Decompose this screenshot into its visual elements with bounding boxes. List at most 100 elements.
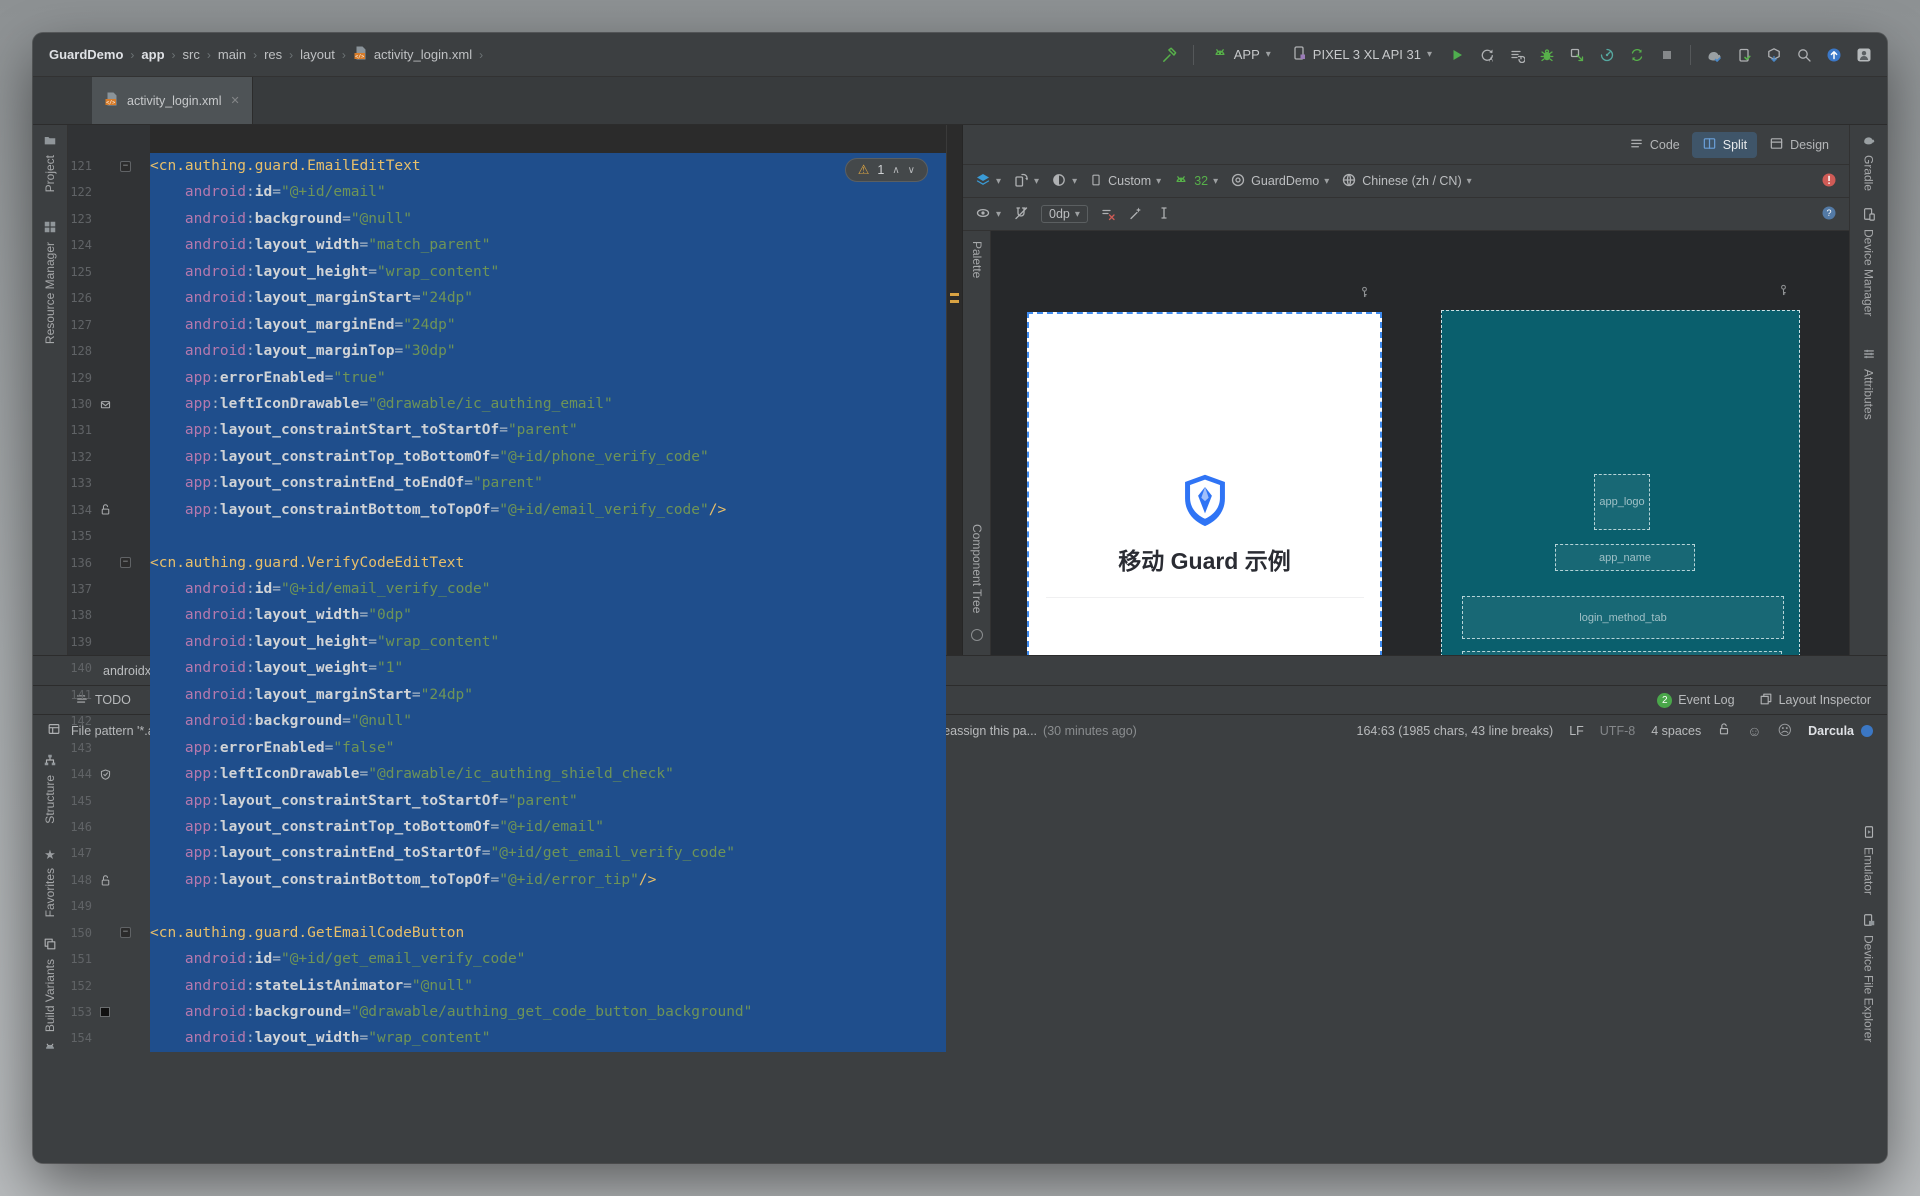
attach-debugger-icon[interactable] <box>1564 42 1590 68</box>
mode-tab-code[interactable]: Code <box>1619 132 1690 158</box>
api-level-menu[interactable]: 32 ▾ <box>1173 172 1218 191</box>
logcat-android-icon[interactable] <box>33 1040 67 1054</box>
fold-marker[interactable]: − <box>118 557 133 569</box>
default-margin-select[interactable]: 0dp ▾ <box>1041 205 1088 223</box>
orientation-button[interactable]: ▾ <box>1013 172 1039 191</box>
breadcrumb-item[interactable]: app <box>141 47 164 62</box>
gradle-sync-icon[interactable] <box>1701 42 1727 68</box>
view-options-button[interactable]: ▾ <box>975 205 1001 224</box>
breadcrumb-item[interactable]: </> activity_login.xml <box>353 45 472 64</box>
code-line[interactable]: 148 app:layout_constraintBottom_toTopOf=… <box>68 866 946 894</box>
preview-input-row[interactable] <box>1029 651 1380 655</box>
feedback-smile-icon[interactable]: ☺ <box>1747 723 1761 739</box>
apply-code-changes-icon[interactable] <box>1504 42 1530 68</box>
encoding-indicator[interactable]: UTF-8 <box>1600 724 1635 738</box>
feedback-frown-icon[interactable]: ☹ <box>1778 722 1793 739</box>
device-select[interactable]: PIXEL 3 XL API 31 ▾ <box>1283 43 1440 66</box>
clear-constraints-button[interactable] <box>1100 205 1116 224</box>
search-everywhere-icon[interactable] <box>1791 42 1817 68</box>
tool-strip-device-manager[interactable]: Device Manager <box>1850 207 1887 316</box>
code-line[interactable]: 152 android:stateListAnimator="@null" <box>68 972 946 999</box>
code-line[interactable]: 150 − <cn.authing.guard.GetEmailCodeButton <box>68 919 946 947</box>
line-ending-indicator[interactable]: LF <box>1569 724 1584 738</box>
tab-activity-login-xml[interactable]: </> activity_login.xml ✕ <box>92 77 253 124</box>
render-error-icon[interactable] <box>1821 172 1837 191</box>
code-line[interactable]: 136 − <cn.authing.guard.VerifyCodeEditText <box>68 549 946 576</box>
blueprint-login_method_tab[interactable]: login_method_tab <box>1462 596 1784 639</box>
mode-tab-design[interactable]: Design <box>1759 132 1839 158</box>
readonly-lock-icon[interactable] <box>1717 722 1731 739</box>
close-icon[interactable]: ✕ <box>230 94 239 107</box>
user-avatar-icon[interactable] <box>1851 42 1877 68</box>
fold-marker[interactable]: − <box>118 160 133 172</box>
code-line[interactable]: 129 app:errorEnabled="true" <box>68 364 946 391</box>
sync-project-icon[interactable] <box>1624 42 1650 68</box>
code-line[interactable]: 133 app:layout_constraintEnd_toEndOf="pa… <box>68 470 946 497</box>
component-tree-tab[interactable]: Component Tree <box>970 524 984 613</box>
locale-menu[interactable]: Chinese (zh / CN) ▾ <box>1341 172 1472 191</box>
device-menu[interactable]: Custom ▾ <box>1089 173 1161 190</box>
code-line[interactable]: 124 android:layout_width="match_parent" <box>68 232 946 259</box>
tool-strip-resource-manager[interactable]: Resource Manager <box>33 220 67 344</box>
prev-warning-icon[interactable]: ∧ <box>892 165 899 176</box>
code-line[interactable]: 145 app:layout_constraintStart_toStartOf… <box>68 787 946 814</box>
tool-strip-attributes[interactable]: Attributes <box>1850 347 1887 420</box>
pan-tool-button[interactable] <box>1156 205 1172 224</box>
indent-indicator[interactable]: 4 spaces <box>1651 724 1701 738</box>
tool-window-switcher-icon[interactable] <box>47 722 61 739</box>
ide-updates-icon[interactable] <box>1821 42 1847 68</box>
blueprint-app_name[interactable]: app_name <box>1555 544 1695 571</box>
next-warning-icon[interactable]: ∨ <box>908 165 915 176</box>
code-line[interactable]: 138 android:layout_width="0dp" <box>68 602 946 629</box>
code-line[interactable]: 147 app:layout_constraintEnd_toStartOf="… <box>68 840 946 867</box>
tool-strip-gradle[interactable]: Gradle <box>1850 133 1887 191</box>
event-log-button[interactable]: 2 Event Log <box>1657 692 1735 708</box>
blueprint-preview-phone[interactable]: app_logoapp_namelogin_method_tabaccountp… <box>1441 310 1800 655</box>
sdk-manager-icon[interactable] <box>1761 42 1787 68</box>
code-line[interactable]: 146 app:layout_constraintTop_toBottomOf=… <box>68 813 946 841</box>
code-line[interactable]: 126 android:layout_marginStart="24dp" <box>68 285 946 312</box>
code-line[interactable]: 121 − <cn.authing.guard.EmailEditText <box>68 153 946 180</box>
code-line[interactable]: 135 <box>68 523 946 550</box>
fold-marker[interactable]: − <box>118 927 133 939</box>
code-line[interactable]: 139 android:layout_height="wrap_content" <box>68 628 946 656</box>
autoconnect-toggle[interactable] <box>1013 205 1029 224</box>
mode-tab-split[interactable]: Split <box>1691 131 1758 158</box>
tool-strip-project[interactable]: Project <box>33 133 67 192</box>
code-line[interactable]: 131 app:layout_constraintStart_toStartOf… <box>68 417 946 444</box>
code-line[interactable]: 127 android:layout_marginEnd="24dp" <box>68 311 946 339</box>
debug-icon[interactable] <box>1534 42 1560 68</box>
apply-changes-icon[interactable]: A <box>1474 42 1500 68</box>
code-line[interactable]: 140 android:layout_weight="1" <box>68 655 946 682</box>
code-line[interactable]: 122 android:id="@+id/email" <box>68 179 946 206</box>
caret-position[interactable]: 164:63 (1985 chars, 43 line breaks) <box>1357 724 1554 738</box>
code-line[interactable]: 142 android:background="@null" <box>68 708 946 735</box>
theme-menu[interactable]: GuardDemo ▾ <box>1230 172 1329 191</box>
blueprint-app_logo[interactable]: app_logo <box>1594 474 1650 530</box>
code-editor[interactable]: 121− <cn.authing.guard.EmailEditText 122 a… <box>68 125 962 1052</box>
code-line[interactable]: 128 android:layout_marginTop="30dp" <box>68 338 946 365</box>
code-line[interactable]: 153 android:background="@drawable/authin… <box>68 999 946 1026</box>
code-line[interactable]: 132 app:layout_constraintTop_toBottomOf=… <box>68 443 946 471</box>
code-line[interactable]: 123 android:background="@null" <box>68 205 946 233</box>
code-line[interactable]: 125 android:layout_height="wrap_content" <box>68 258 946 286</box>
design-canvas[interactable]: 移动 Guard 示例 请输入密码请输入手机号发送验证码请输入邮箱发送验证码 a… <box>991 231 1849 655</box>
design-surface-select[interactable]: ▾ <box>975 172 1001 191</box>
infer-constraints-button[interactable] <box>1128 205 1144 224</box>
design-preview-phone[interactable]: 移动 Guard 示例 请输入密码请输入手机号发送验证码请输入邮箱发送验证码 <box>1027 312 1382 655</box>
code-line[interactable]: 151 android:id="@+id/get_email_verify_co… <box>68 946 946 973</box>
theme-indicator[interactable]: Darcula <box>1808 724 1873 738</box>
help-icon[interactable]: ? <box>1821 205 1837 224</box>
stop-icon[interactable] <box>1654 42 1680 68</box>
code-line[interactable]: 134 app:layout_constraintBottom_toTopOf=… <box>68 496 946 524</box>
blueprint-account[interactable]: account <box>1462 651 1782 655</box>
inspection-widget[interactable]: ⚠ 1 ∧ ∨ <box>844 158 928 182</box>
tool-strip-device-file-explorer[interactable]: Device File Explorer <box>1850 913 1887 1042</box>
run-play-icon[interactable] <box>1444 42 1470 68</box>
code-line[interactable]: 149 <box>68 893 946 920</box>
layout-inspector-button[interactable]: Layout Inspector <box>1759 692 1871 709</box>
breadcrumb-item[interactable]: main <box>218 47 246 62</box>
tool-strip-build-variants[interactable]: Build Variants <box>33 937 67 1032</box>
editor-scrollbar[interactable] <box>946 125 962 655</box>
build-hammer-icon[interactable] <box>1157 42 1183 68</box>
